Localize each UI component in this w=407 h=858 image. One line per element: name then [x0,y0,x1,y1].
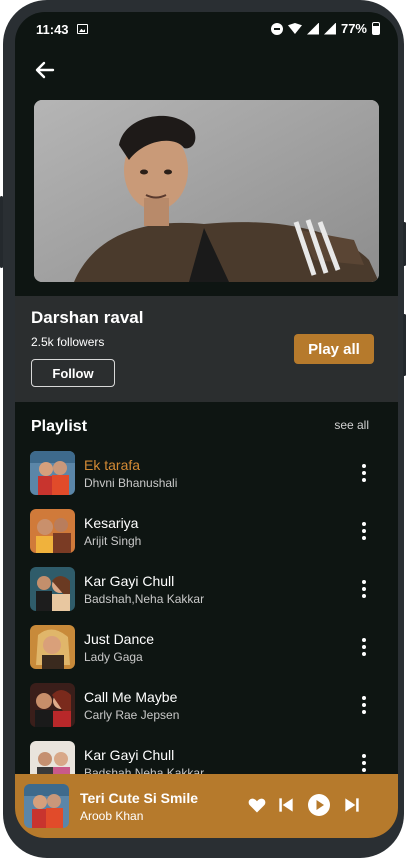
status-time: 11:43 [36,22,69,37]
song-thumbnail [30,683,75,727]
battery-percent: 77% [340,21,367,36]
mini-player[interactable]: Teri Cute Si Smile Aroob Khan [15,774,398,838]
artist-name: Darshan raval [31,308,144,327]
now-playing-title: Teri Cute Si Smile [80,790,198,806]
song-thumbnail [30,741,75,774]
app-screen: 11:43 77% Darshan raval 2.5k followers F… [15,12,398,838]
do-not-disturb-icon [270,22,283,35]
song-title: Kar Gayi Chull [84,747,175,763]
now-playing-artist: Aroob Khan [80,809,144,823]
signal-icon [323,22,336,35]
list-item[interactable]: Just Dance Lady Gaga [15,622,398,680]
back-arrow-icon[interactable] [33,58,57,82]
more-vert-icon[interactable] [354,578,374,600]
song-artist: Badshah,Neha Kakkar [84,766,205,774]
artist-photo [34,100,379,282]
artist-info-card: Darshan raval 2.5k followers Follow Play… [15,296,398,402]
status-bar: 11:43 77% [15,12,398,46]
playlist-heading: Playlist [31,418,88,435]
list-item[interactable]: Kar Gayi Chull Badshah,Neha Kakkar [15,564,398,622]
heart-icon[interactable] [247,795,267,815]
more-vert-icon[interactable] [354,694,374,716]
more-vert-icon[interactable] [354,520,374,542]
song-title: Kesariya [84,515,139,531]
song-thumbnail [30,567,75,611]
follower-count: 2.5k followers [31,335,105,349]
signal-icon [306,22,319,35]
song-title: Call Me Maybe [84,689,178,705]
list-item[interactable]: Kar Gayi Chull Badshah,Neha Kakkar [15,738,398,774]
image-notification-icon [77,24,88,34]
more-vert-icon[interactable] [354,752,374,774]
see-all-link[interactable]: see all [334,418,369,432]
list-item[interactable]: Kesariya Arijit Singh [15,506,398,564]
song-artist: Arijit Singh [84,534,142,548]
follow-button[interactable]: Follow [31,359,115,387]
side-button [403,314,406,376]
song-title: Ek tarafa [84,457,141,473]
list-item[interactable]: Call Me Maybe Carly Rae Jepsen [15,680,398,738]
song-artist: Carly Rae Jepsen [84,708,180,722]
song-thumbnail [30,625,75,669]
battery-icon [372,22,380,35]
song-artist: Lady Gaga [84,650,143,664]
song-artist: Badshah,Neha Kakkar [84,592,205,606]
play-icon[interactable] [307,793,331,817]
more-vert-icon[interactable] [354,636,374,658]
list-item[interactable]: Ek tarafa Dhvni Bhanushali [15,448,398,506]
wifi-icon [287,23,302,34]
song-list: Ek tarafa Dhvni Bhanushali Kesariya Arij… [15,448,398,774]
more-vert-icon[interactable] [354,462,374,484]
skip-next-icon[interactable] [342,795,362,815]
song-artist: Dhvni Bhanushali [84,476,178,490]
song-title: Kar Gayi Chull [84,573,175,589]
now-playing-thumbnail [24,784,69,828]
side-button [403,222,406,266]
song-thumbnail [30,451,75,495]
phone-frame: 11:43 77% Darshan raval 2.5k followers F… [0,0,406,858]
play-all-button[interactable]: Play all [294,334,374,364]
song-title: Just Dance [84,631,155,647]
skip-previous-icon[interactable] [276,795,296,815]
song-thumbnail [30,509,75,553]
side-button [0,196,3,268]
